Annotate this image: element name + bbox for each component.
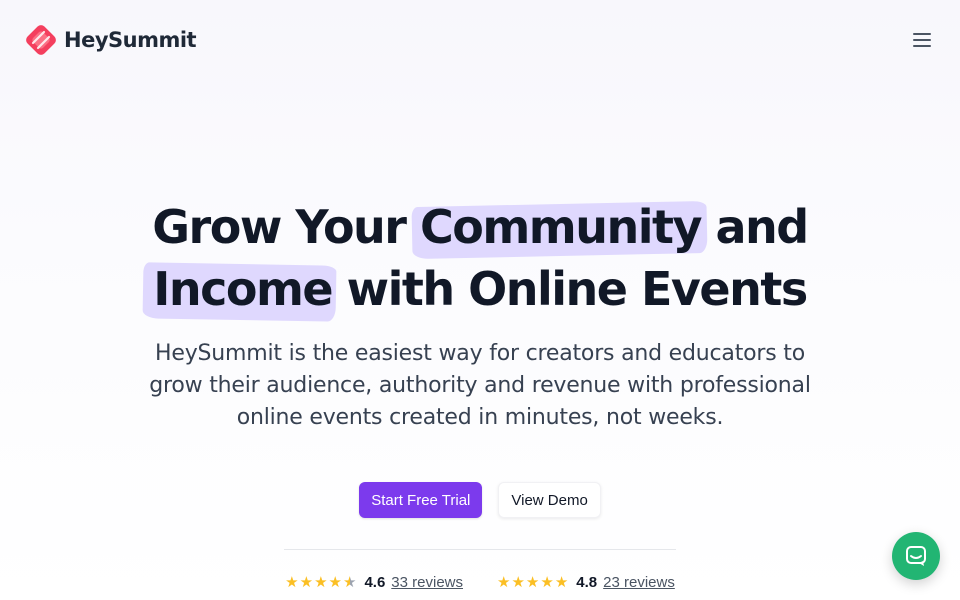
rating-score: 4.6 <box>364 574 386 591</box>
brand-name: HeySummit <box>64 28 197 52</box>
star-icon: ★ <box>285 574 299 591</box>
star-icon: ★ <box>554 574 569 591</box>
reviews-link[interactable]: 23 reviews <box>603 574 675 591</box>
chat-bubble-icon <box>906 546 926 566</box>
star-rating-icons: ★ ★ ★ ★ ★ <box>497 575 568 590</box>
hamburger-menu-icon[interactable] <box>910 28 934 52</box>
brand-logo-link[interactable]: HeySummit <box>24 23 197 57</box>
rating-capterra: ★ ★ ★ ★ ★ 4.6 33 reviews <box>285 574 463 591</box>
top-navbar: HeySummit <box>0 0 960 80</box>
star-icon: ★ <box>525 574 540 591</box>
headline-text-mid: and <box>700 200 809 254</box>
rating-g2: ★ ★ ★ ★ ★ 4.8 23 reviews <box>497 574 675 591</box>
reviews-link[interactable]: 33 reviews <box>391 574 463 591</box>
hero-subtitle: HeySummit is the easiest way for creator… <box>149 341 811 430</box>
star-rating-icons: ★ ★ ★ ★ ★ <box>285 575 356 590</box>
view-demo-button[interactable]: View Demo <box>498 482 601 518</box>
chat-launcher-button[interactable] <box>892 532 940 580</box>
star-icon: ★ <box>299 574 314 591</box>
hero-section: Grow Your Community and Income with Onli… <box>0 196 960 591</box>
rating-score: 4.8 <box>576 574 598 591</box>
cta-row: Start Free Trial View Demo <box>0 482 960 518</box>
divider <box>284 549 676 550</box>
star-half-icon: ★ <box>342 574 357 591</box>
star-icon: ★ <box>314 574 328 591</box>
star-icon: ★ <box>328 574 342 591</box>
headline-highlight-income: Income <box>153 258 333 320</box>
hero-headline: Grow Your Community and Income with Onli… <box>0 196 960 320</box>
star-icon: ★ <box>540 574 554 591</box>
headline-highlight-community: Community <box>420 196 702 258</box>
heysummit-logo-icon <box>26 25 56 55</box>
star-icon: ★ <box>511 574 525 591</box>
star-icon: ★ <box>497 574 511 591</box>
start-free-trial-button[interactable]: Start Free Trial <box>359 482 483 518</box>
headline-text-pre: Grow Your <box>152 200 420 254</box>
ratings-row: ★ ★ ★ ★ ★ 4.6 33 reviews ★ ★ ★ ★ ★ 4.8 2… <box>0 574 960 591</box>
headline-text-post: with Online Events <box>332 262 809 316</box>
